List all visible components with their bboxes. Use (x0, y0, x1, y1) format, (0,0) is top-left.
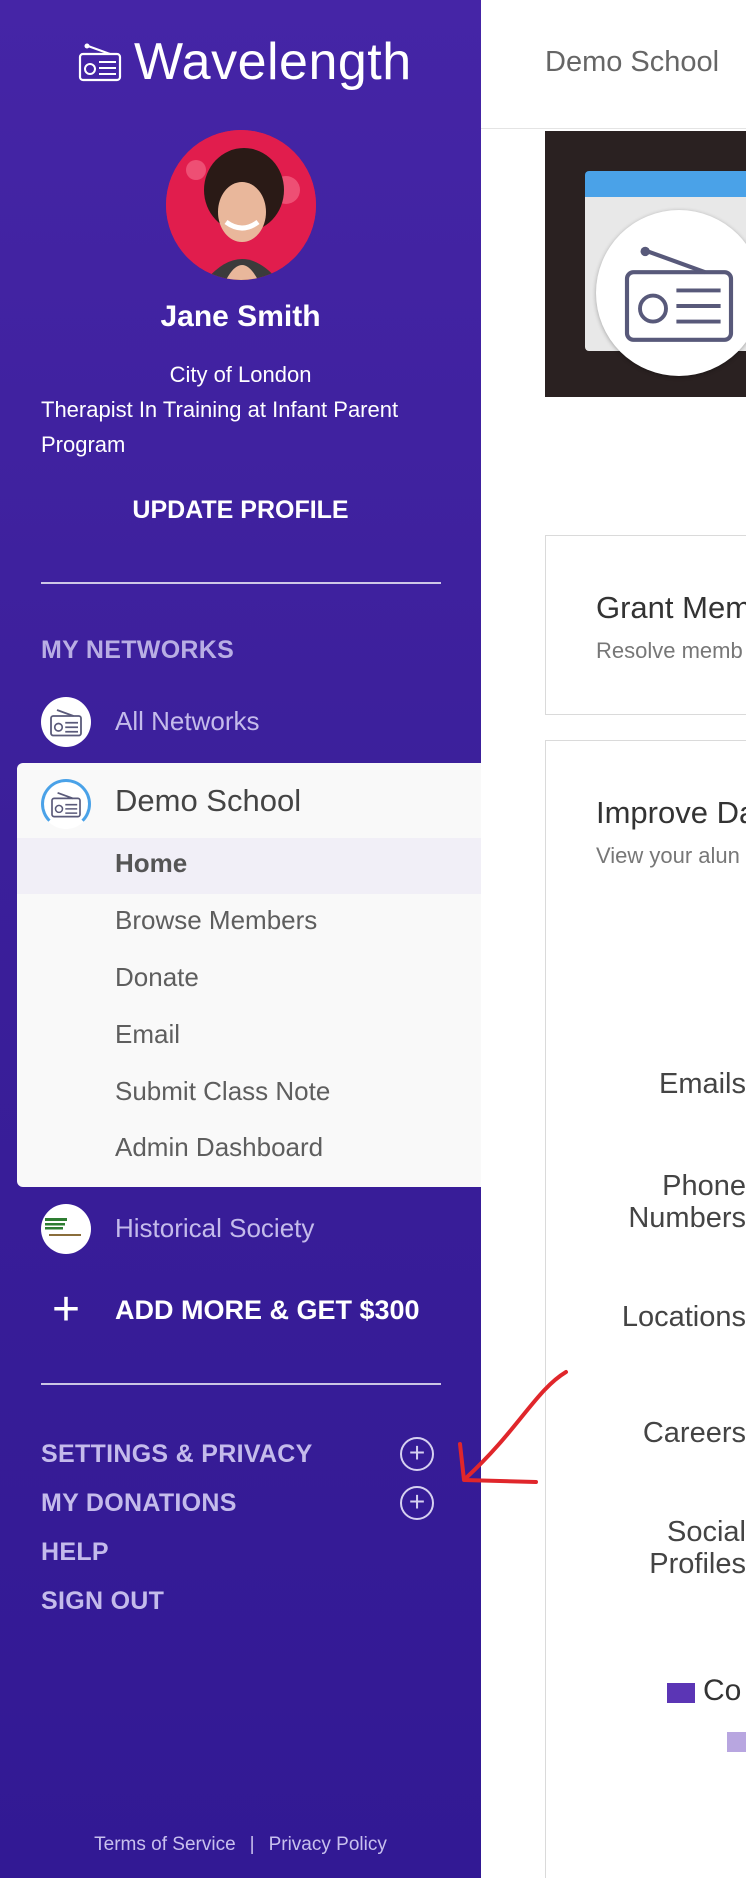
radio-logo-icon (78, 43, 122, 82)
avatar[interactable] (166, 130, 316, 280)
card-title: Grant Mem (596, 590, 746, 625)
nav-home[interactable]: Home (115, 848, 187, 879)
grant-membership-card[interactable]: Grant Mem Resolve memb (545, 535, 746, 715)
avatar-image (166, 130, 316, 280)
app-name: Wavelength (134, 33, 412, 91)
stat-label-locations: Locations (621, 1301, 746, 1333)
stat-label-emails: Emails (658, 1068, 746, 1100)
app-logo[interactable]: Wavelength (78, 33, 412, 91)
footer-separator: | (249, 1834, 255, 1855)
legend-swatch-complete (667, 1683, 695, 1703)
network-banner (545, 131, 746, 397)
radio-icon[interactable] (41, 779, 91, 829)
legend-label: Co (703, 1674, 742, 1707)
expand-donations-icon[interactable]: + (400, 1486, 434, 1520)
terms-of-service-link[interactable]: Terms of Service (94, 1834, 235, 1855)
legend-swatch-secondary (727, 1732, 746, 1752)
divider (41, 582, 441, 584)
radio-icon (596, 210, 746, 376)
profile-location: City of London (169, 362, 312, 387)
active-network-panel: Demo School Home Browse Members Donate E… (17, 763, 481, 1187)
historical-society-logo-icon[interactable] (41, 1204, 91, 1254)
settings-privacy-link[interactable]: SETTINGS & PRIVACY (41, 1440, 313, 1469)
card-title: Improve Da (596, 795, 746, 830)
footer: Terms of Service | Privacy Policy (0, 1834, 481, 1856)
active-item-highlight (17, 838, 481, 894)
plus-icon: + (51, 1283, 81, 1336)
card-subtitle: View your alun (596, 843, 740, 868)
sidebar: Wavelength Jane Smith City of London The… (0, 0, 481, 1878)
help-link[interactable]: HELP (41, 1538, 109, 1567)
add-more-networks-button[interactable]: + ADD MORE & GET $300 (41, 1283, 420, 1336)
my-donations-link[interactable]: MY DONATIONS (41, 1489, 237, 1518)
nav-donate[interactable]: Donate (115, 962, 199, 993)
my-networks-heading: MY NETWORKS (41, 636, 235, 664)
nav-browse-members[interactable]: Browse Members (115, 905, 317, 936)
privacy-policy-link[interactable]: Privacy Policy (269, 1834, 387, 1855)
page-title: Demo School (545, 46, 720, 78)
nav-admin-dashboard[interactable]: Admin Dashboard (115, 1132, 323, 1163)
stat-label-phone-numbers: Phone Numbers (628, 1170, 746, 1234)
expand-settings-icon[interactable]: + (400, 1437, 434, 1471)
update-profile-button[interactable]: UPDATE PROFILE (0, 496, 481, 525)
add-more-label: ADD MORE & GET $300 (115, 1294, 420, 1325)
main-content: Demo School Grant Mem Resolve memb Impro… (481, 0, 746, 1878)
nav-submit-class-note[interactable]: Submit Class Note (115, 1076, 330, 1107)
profile-name: Jane Smith (160, 300, 321, 333)
profile-title: Therapist In Training at Infant Parent P… (41, 397, 399, 457)
nav-email[interactable]: Email (115, 1019, 180, 1050)
stat-label-social-profiles: Social Profiles (649, 1516, 746, 1580)
sidebar-item-demo-school[interactable]: Demo School (115, 783, 301, 819)
top-bar: Demo School (481, 0, 746, 129)
sign-out-link[interactable]: SIGN OUT (41, 1587, 164, 1616)
sidebar-item-historical-society[interactable]: Historical Society (115, 1213, 314, 1244)
sidebar-item-all-networks[interactable]: All Networks (115, 706, 259, 737)
network-logo-card (585, 171, 746, 376)
stat-label-careers: Careers (642, 1417, 746, 1449)
radio-icon[interactable] (41, 697, 91, 747)
divider (41, 1383, 441, 1385)
card-subtitle: Resolve memb (596, 638, 743, 663)
